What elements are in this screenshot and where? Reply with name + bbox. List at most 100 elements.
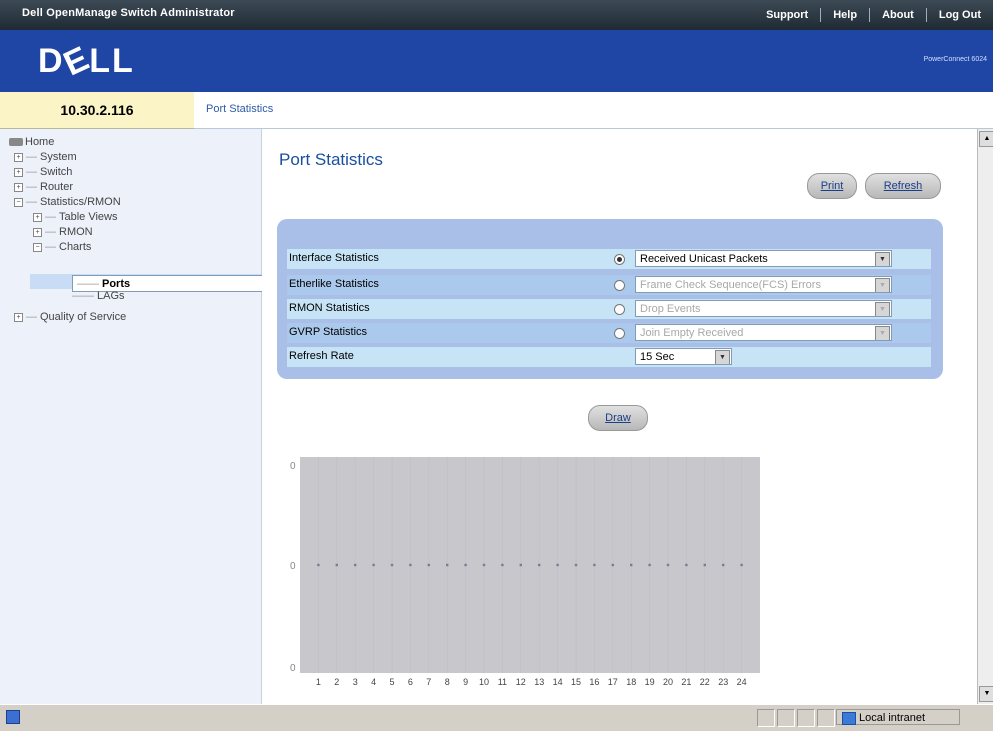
x-tick-label: 5 (389, 677, 394, 687)
dell-logo: DELL (38, 38, 135, 84)
page-status-icon (6, 710, 20, 724)
product-name: PowerConnect 6024 (923, 56, 987, 63)
x-tick-label: 18 (626, 677, 636, 687)
help-link[interactable]: Help (820, 8, 869, 22)
x-tick-label: 15 (571, 677, 581, 687)
data-point (482, 563, 486, 567)
nav-statistics[interactable]: − — Statistics/RMON (14, 196, 121, 208)
status-cell (797, 709, 815, 727)
refresh-rate-row: Refresh Rate 15 Sec ▼ (287, 347, 931, 367)
support-link[interactable]: Support (754, 8, 820, 22)
nav-system[interactable]: + — System (14, 151, 77, 163)
x-tick-label: 6 (408, 677, 413, 687)
y-tick-label: 0 (290, 663, 296, 674)
data-point (372, 563, 375, 567)
collapse-icon[interactable]: − (33, 242, 42, 252)
gvrp-statistics-radio[interactable] (614, 328, 625, 339)
x-tick-label: 9 (463, 677, 468, 687)
expand-icon[interactable]: + (33, 212, 42, 222)
chevron-down-icon[interactable]: ▼ (875, 252, 890, 266)
expand-icon[interactable]: + (33, 227, 42, 237)
device-ip: 10.30.2.116 (0, 92, 194, 129)
data-point (464, 563, 467, 567)
x-tick-label: 8 (445, 677, 450, 687)
data-point (354, 563, 357, 567)
data-point (703, 563, 706, 567)
x-tick-label: 16 (589, 677, 599, 687)
x-tick-label: 2 (334, 677, 339, 687)
status-bar: Local intranet (0, 704, 993, 731)
data-point (740, 563, 743, 567)
chevron-down-icon[interactable]: ▼ (875, 302, 890, 316)
x-tick-label: 1 (316, 677, 321, 687)
x-tick-label: 14 (553, 677, 563, 687)
data-point (630, 563, 633, 567)
security-zone: Local intranet (836, 709, 960, 725)
nav-lags[interactable]: —— LAGs (72, 290, 125, 302)
nav-qos[interactable]: + — Quality of Service (14, 311, 126, 323)
nav-switch[interactable]: + — Switch (14, 166, 72, 178)
etherlike-statistics-select[interactable]: Frame Check Sequence(FCS) Errors ▼ (635, 276, 892, 293)
interface-statistics-select[interactable]: Received Unicast Packets ▼ (635, 250, 892, 267)
x-tick-label: 12 (516, 677, 526, 687)
y-tick-label: 0 (290, 461, 296, 472)
home-icon (9, 138, 23, 147)
print-button[interactable]: Print (807, 173, 857, 199)
expand-icon[interactable]: + (14, 152, 23, 162)
data-point (574, 563, 578, 567)
data-point (427, 563, 430, 567)
vertical-scrollbar[interactable]: ▲ ▼ (977, 129, 993, 704)
intranet-icon (842, 712, 856, 725)
status-cell (817, 709, 835, 727)
refresh-button[interactable]: Refresh (865, 173, 941, 199)
status-cell (757, 709, 775, 727)
etherlike-statistics-radio[interactable] (614, 280, 625, 291)
expand-icon[interactable]: + (14, 167, 23, 177)
top-links: Support Help About Log Out (754, 0, 993, 30)
data-point (519, 563, 522, 567)
x-tick-label: 19 (645, 677, 655, 687)
expand-icon[interactable]: + (14, 182, 23, 192)
main-content: Port Statistics Print Refresh Interface … (262, 129, 977, 704)
gvrp-statistics-label: GVRP Statistics (289, 326, 368, 338)
scroll-down-icon[interactable]: ▼ (979, 686, 993, 702)
refresh-rate-label: Refresh Rate (289, 350, 354, 362)
interface-statistics-row: Interface Statistics Received Unicast Pa… (287, 249, 931, 269)
rmon-statistics-radio[interactable] (614, 304, 625, 315)
chevron-down-icon[interactable]: ▼ (715, 350, 730, 364)
nav-router[interactable]: + — Router (14, 181, 73, 193)
chevron-down-icon[interactable]: ▼ (875, 326, 890, 340)
etherlike-statistics-row: Etherlike Statistics Frame Check Sequenc… (287, 275, 931, 295)
app-title: Dell OpenManage Switch Administrator (22, 7, 235, 19)
nav-table-views[interactable]: + — Table Views (33, 211, 118, 223)
nav-charts[interactable]: − — Charts (33, 241, 91, 253)
expand-icon[interactable]: + (14, 312, 23, 322)
refresh-rate-select[interactable]: 15 Sec ▼ (635, 348, 732, 365)
x-tick-label: 7 (426, 677, 431, 687)
x-tick-label: 23 (718, 677, 728, 687)
etherlike-statistics-label: Etherlike Statistics (289, 278, 379, 290)
gvrp-statistics-select[interactable]: Join Empty Received ▼ (635, 324, 892, 341)
data-point (611, 563, 614, 567)
draw-button[interactable]: Draw (588, 405, 648, 431)
scroll-up-icon[interactable]: ▲ (979, 131, 993, 147)
breadcrumb[interactable]: Port Statistics (206, 103, 273, 115)
data-point (446, 563, 449, 567)
about-link[interactable]: About (869, 8, 926, 22)
x-tick-label: 4 (371, 677, 376, 687)
data-point (409, 563, 412, 567)
nav-rmon[interactable]: + — RMON (33, 226, 93, 238)
x-tick-label: 11 (498, 677, 507, 687)
data-point (538, 563, 541, 567)
x-tick-label: 10 (479, 677, 489, 687)
rmon-statistics-select[interactable]: Drop Events ▼ (635, 300, 892, 317)
collapse-icon[interactable]: − (14, 197, 23, 207)
interface-statistics-radio[interactable] (614, 254, 625, 265)
nav-home[interactable]: Home (9, 136, 54, 148)
chevron-down-icon[interactable]: ▼ (875, 278, 890, 292)
x-tick-label: 13 (534, 677, 544, 687)
x-tick-label: 24 (737, 677, 747, 687)
status-cell (777, 709, 795, 727)
logout-link[interactable]: Log Out (925, 8, 993, 22)
chart-plot-area (300, 457, 760, 673)
